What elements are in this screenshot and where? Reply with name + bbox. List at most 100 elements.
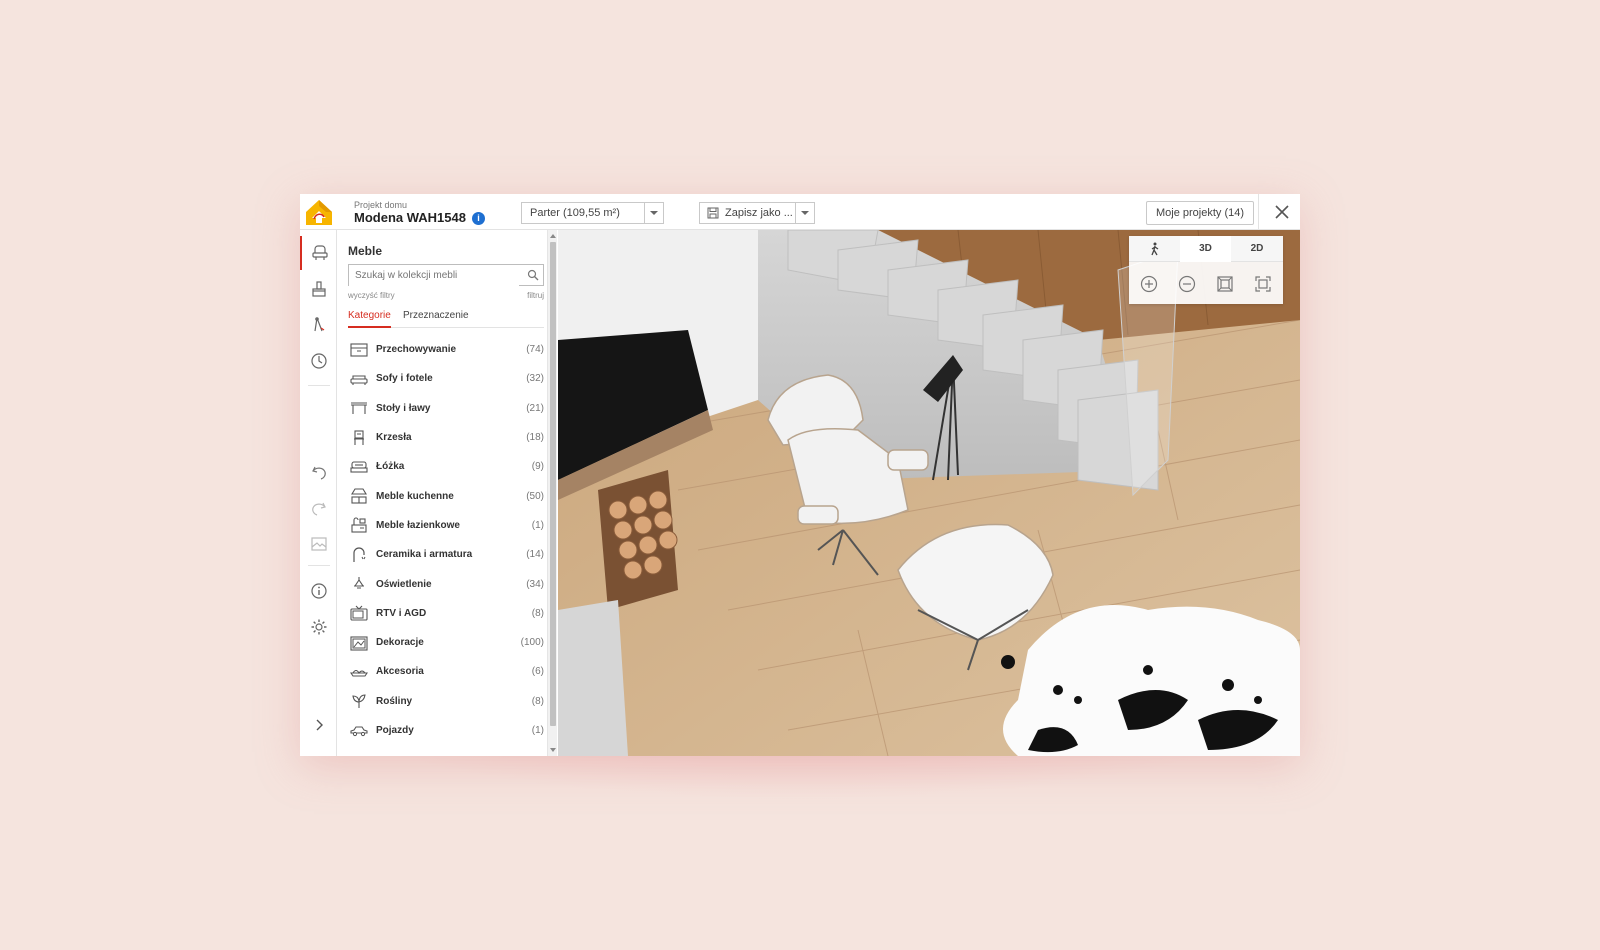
fit-view-button[interactable] (1213, 272, 1237, 296)
category-name: Stoły i ławy (376, 402, 431, 414)
chevron-down-icon[interactable] (644, 203, 663, 223)
category-item[interactable]: Przechowywanie (74) (348, 335, 544, 364)
settings-button[interactable] (300, 610, 337, 644)
measure-tool[interactable] (300, 308, 337, 342)
category-name: Meble łazienkowe (376, 519, 460, 531)
info-button[interactable] (300, 574, 337, 608)
tool-rail (300, 230, 337, 756)
category-name: Meble kuchenne (376, 490, 454, 502)
tv-icon (350, 605, 368, 621)
bathroom-icon (351, 517, 367, 533)
category-count: (9) (531, 461, 544, 473)
category-count: (8) (531, 607, 544, 619)
category-name: RTV i AGD (376, 607, 427, 619)
tab-categories[interactable]: Kategorie (348, 310, 391, 328)
category-tabs: Kategorie Przeznaczenie (348, 310, 544, 328)
house-logo-icon (305, 200, 332, 225)
category-count: (1) (531, 519, 544, 531)
category-name: Pojazdy (376, 725, 414, 736)
tab-3d[interactable]: 3D (1180, 236, 1231, 262)
walk-mode-tab[interactable] (1129, 236, 1180, 262)
undo-button[interactable] (300, 455, 337, 489)
save-as-select[interactable]: Zapisz jako ... (699, 202, 815, 224)
category-count: (14) (526, 549, 544, 561)
category-count: (50) (526, 490, 544, 502)
info-icon[interactable]: i (471, 211, 485, 225)
category-count: (100) (520, 637, 544, 649)
project-title-block: Projekt domu Modena WAH1548 i (354, 200, 485, 226)
compass-measure-icon (313, 317, 324, 332)
3d-scene-render (558, 230, 1300, 756)
picture-icon (350, 636, 368, 651)
category-count: (34) (526, 578, 544, 590)
category-item[interactable]: Meble kuchenne (50) (348, 481, 544, 510)
category-item[interactable]: Akcesoria (6) (348, 657, 544, 686)
clock-icon (310, 353, 327, 369)
project-name: Modena WAH1548 (354, 210, 466, 225)
expand-rail-button[interactable] (300, 708, 337, 742)
redo-button[interactable] (300, 491, 337, 525)
category-item[interactable]: Łóżka (9) (348, 452, 544, 481)
search-input[interactable] (349, 265, 519, 286)
category-item[interactable]: RTV i AGD (8) (348, 599, 544, 628)
app-window: Projekt domu Modena WAH1548 i Parter (10… (300, 194, 1300, 756)
fullscreen-button[interactable] (1251, 272, 1275, 296)
category-name: Dekoracje (376, 637, 424, 649)
furniture-panel: Meble wyczyść filtry filtruj Kategorie P… (337, 230, 557, 756)
category-count: (74) (526, 344, 544, 356)
undo-icon (311, 466, 326, 480)
top-bar: Projekt domu Modena WAH1548 i Parter (10… (300, 194, 1300, 230)
search-icon[interactable] (527, 269, 539, 281)
category-item[interactable]: Sofy i fotele (32) (348, 364, 544, 393)
zoom-out-button[interactable] (1175, 272, 1199, 296)
accessory-icon (350, 669, 368, 677)
table-icon (351, 402, 367, 415)
panel-scrollbar[interactable] (547, 230, 557, 756)
category-name: Ceramika i armatura (376, 549, 473, 561)
floor-select[interactable]: Parter (109,55 m²) (521, 202, 664, 224)
tab-2d[interactable]: 2D (1231, 236, 1283, 262)
scroll-down-icon[interactable] (550, 748, 556, 752)
redo-icon (311, 502, 326, 516)
category-name: Akcesoria (376, 666, 424, 678)
category-item[interactable]: Ceramika i armatura (14) (348, 540, 544, 569)
sofa-icon (350, 375, 368, 385)
history-tool[interactable] (300, 344, 337, 378)
scroll-thumb[interactable] (550, 242, 556, 726)
close-icon[interactable] (1272, 202, 1292, 222)
fullscreen-icon (1255, 276, 1271, 292)
scroll-up-icon[interactable] (550, 234, 556, 238)
filter-link[interactable]: filtruj (527, 291, 544, 300)
category-item[interactable]: Krzesła (18) (348, 423, 544, 452)
chevron-down-icon[interactable] (795, 203, 814, 223)
paint-tool[interactable] (300, 272, 337, 306)
category-item[interactable]: Oświetlenie (34) (348, 569, 544, 598)
rail-divider (308, 565, 330, 566)
lamp-icon (353, 577, 365, 589)
divider (1258, 194, 1259, 230)
category-count: (8) (531, 695, 544, 707)
category-count: (18) (526, 432, 544, 444)
furniture-tool[interactable] (300, 236, 337, 270)
zoom-out-icon (1178, 275, 1196, 293)
gallery-button[interactable] (300, 527, 337, 561)
floppy-disk-icon (707, 207, 719, 219)
armchair-icon (311, 245, 328, 260)
category-name: Łóżka (376, 461, 405, 473)
zoom-in-icon (1140, 275, 1158, 293)
app-logo[interactable] (300, 194, 337, 230)
tab-purpose[interactable]: Przeznaczenie (403, 310, 469, 328)
category-item[interactable]: Rośliny (8) (348, 687, 544, 716)
search-field[interactable] (348, 264, 544, 286)
category-item[interactable]: Pojazdy (1) (348, 716, 544, 745)
3d-viewport[interactable] (558, 230, 1300, 756)
category-item[interactable]: Dekoracje (100) (348, 628, 544, 657)
my-projects-button[interactable]: Moje projekty (14) (1146, 201, 1255, 225)
zoom-in-button[interactable] (1137, 272, 1161, 296)
category-item[interactable]: Meble łazienkowe (1) (348, 511, 544, 540)
clear-filters-link[interactable]: wyczyść filtry (348, 291, 395, 300)
chair-icon (354, 429, 364, 445)
category-item[interactable]: Stoły i ławy (21) (348, 394, 544, 423)
save-as-label: Zapisz jako ... (725, 207, 793, 219)
category-count: (32) (526, 373, 544, 385)
